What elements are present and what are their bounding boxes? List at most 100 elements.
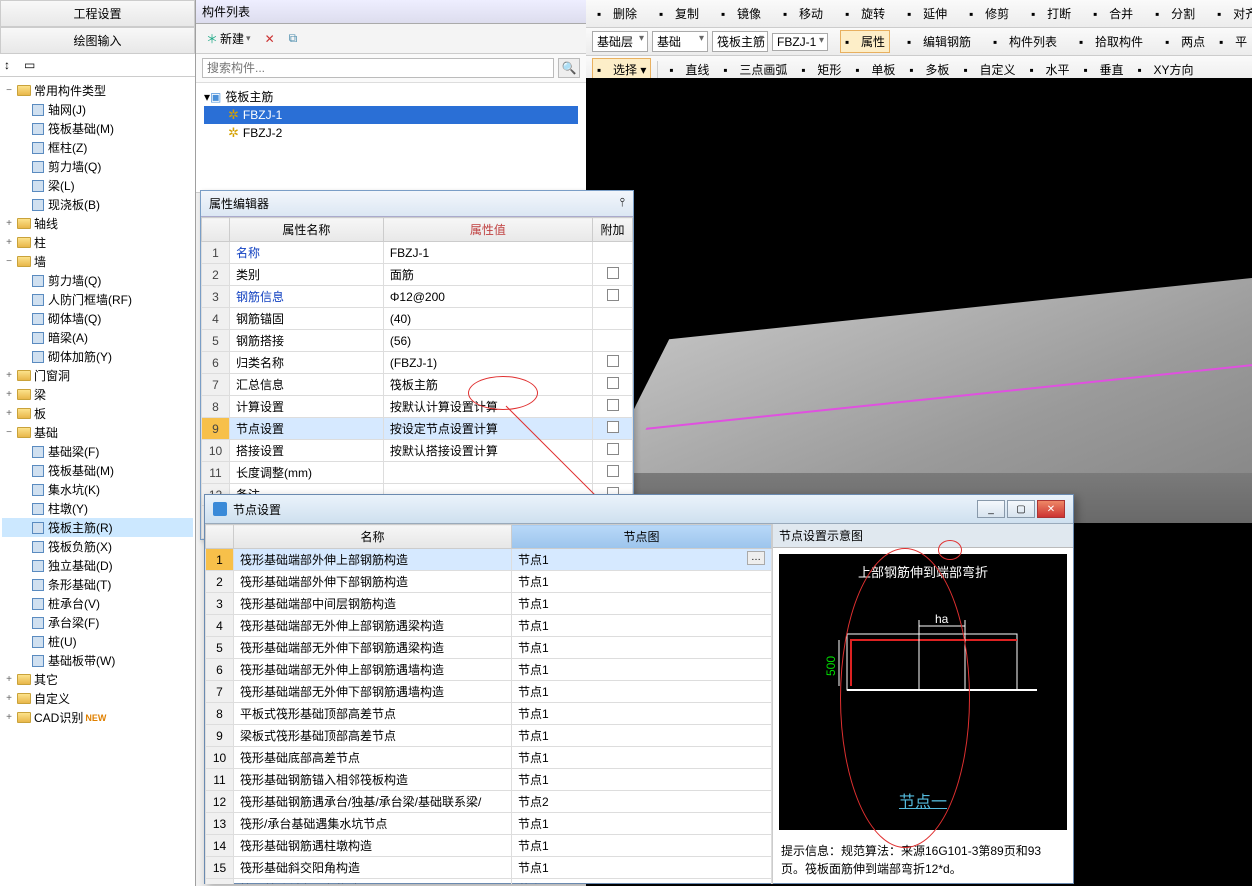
tree-folder[interactable]: +门窗洞 xyxy=(2,366,193,385)
collapse-icon[interactable]: ▭ xyxy=(24,58,38,72)
tree-folder[interactable]: +轴线 xyxy=(2,214,193,233)
tb-旋转[interactable]: ▪旋转 xyxy=(840,2,890,25)
node-row[interactable]: 6 筏形基础端部无外伸上部钢筋遇墙构造 节点1 xyxy=(206,659,772,681)
checkbox[interactable] xyxy=(607,399,619,411)
checkbox[interactable] xyxy=(607,443,619,455)
ellipsis-button[interactable]: … xyxy=(747,551,765,565)
node-row[interactable]: 14 筏形基础钢筋遇柱墩构造 节点1 xyxy=(206,835,772,857)
combo[interactable]: 基础层 xyxy=(592,31,648,52)
search-input[interactable] xyxy=(202,58,554,78)
prop-row[interactable]: 9 节点设置 按设定节点设置计算 xyxy=(202,418,633,440)
tree-folder[interactable]: −基础 xyxy=(2,423,193,442)
tb-两点[interactable]: ▪两点 xyxy=(1160,30,1210,53)
node-row[interactable]: 7 筏形基础端部无外伸下部钢筋遇墙构造 节点1 xyxy=(206,681,772,703)
tb-延伸[interactable]: ▪延伸 xyxy=(902,2,952,25)
tree-item[interactable]: 桩(U) xyxy=(2,632,193,651)
checkbox[interactable] xyxy=(607,465,619,477)
tree-item[interactable]: 集水坑(K) xyxy=(2,480,193,499)
copy-icon[interactable]: ⧉ xyxy=(285,29,302,48)
tree-item[interactable]: 独立基础(D) xyxy=(2,556,193,575)
prop-row[interactable]: 5 钢筋搭接 (56) xyxy=(202,330,633,352)
tree-item[interactable]: 柱墩(Y) xyxy=(2,499,193,518)
tb-平[interactable]: ▪平 xyxy=(1214,30,1252,53)
node-row[interactable]: 9 梁板式筏形基础顶部高差节点 节点1 xyxy=(206,725,772,747)
tree-item[interactable]: 砌体墙(Q) xyxy=(2,309,193,328)
node-row[interactable]: 3 筏形基础端部中间层钢筋构造 节点1 xyxy=(206,593,772,615)
tree-item[interactable]: 筏板负筋(X) xyxy=(2,537,193,556)
delete-icon[interactable]: ✕ xyxy=(261,30,279,48)
combo[interactable]: FBZJ-1 xyxy=(772,33,828,51)
prop-row[interactable]: 6 归类名称 (FBZJ-1) xyxy=(202,352,633,374)
tree-folder[interactable]: +柱 xyxy=(2,233,193,252)
new-button[interactable]: ＊新建▾ xyxy=(202,28,255,49)
tree-root[interactable]: −常用构件类型 xyxy=(2,81,193,100)
tb-删除[interactable]: ▪删除 xyxy=(592,2,642,25)
node-table[interactable]: 名称节点图 1 筏形基础端部外伸上部钢筋构造 节点1… 2 筏形基础端部外伸下部… xyxy=(205,524,772,884)
tree-item[interactable]: 框柱(Z) xyxy=(2,138,193,157)
checkbox[interactable] xyxy=(607,355,619,367)
component-tree[interactable]: ▾ ▣筏板主筋✲FBZJ-1✲FBZJ-2 xyxy=(196,83,586,193)
tree-item[interactable]: 现浇板(B) xyxy=(2,195,193,214)
tb-打断[interactable]: ▪打断 xyxy=(1026,2,1076,25)
node-row[interactable]: 5 筏形基础端部无外伸下部钢筋遇梁构造 节点1 xyxy=(206,637,772,659)
minimize-button[interactable]: _ xyxy=(977,500,1005,518)
tree-item[interactable]: 暗梁(A) xyxy=(2,328,193,347)
node-row[interactable]: 12 筏形基础钢筋遇承台/独基/承台梁/基础联系梁/ 节点2 xyxy=(206,791,772,813)
node-row[interactable]: 2 筏形基础端部外伸下部钢筋构造 节点1 xyxy=(206,571,772,593)
dialog-titlebar[interactable]: 节点设置 _ ▢ ✕ xyxy=(205,495,1073,524)
mid-tree-item[interactable]: ✲FBZJ-1 xyxy=(204,106,578,124)
tree-folder[interactable]: +板 xyxy=(2,404,193,423)
tree-item[interactable]: 梁(L) xyxy=(2,176,193,195)
prop-row[interactable]: 2 类别 面筋 xyxy=(202,264,633,286)
tb-编辑钢筋[interactable]: ▪编辑钢筋 xyxy=(902,30,976,53)
node-row[interactable]: 13 筏形/承台基础遇集水坑节点 节点1 xyxy=(206,813,772,835)
node-row[interactable]: 1 筏形基础端部外伸上部钢筋构造 节点1… xyxy=(206,549,772,571)
tree-item[interactable]: 砌体加筋(Y) xyxy=(2,347,193,366)
search-button[interactable]: 🔍 xyxy=(558,58,580,78)
tb-复制[interactable]: ▪复制 xyxy=(654,2,704,25)
node-row[interactable]: 15 筏形基础斜交阳角构造 节点1 xyxy=(206,857,772,879)
mid-tree-root[interactable]: ▾ ▣筏板主筋 xyxy=(204,87,578,106)
arrow-down-icon[interactable]: ↕ xyxy=(4,58,18,72)
prop-row[interactable]: 3 钢筋信息 Φ12@200 xyxy=(202,286,633,308)
mid-tree-item[interactable]: ✲FBZJ-2 xyxy=(204,124,578,142)
combo[interactable]: 基础 xyxy=(652,31,708,52)
checkbox[interactable] xyxy=(607,289,619,301)
tree-folder[interactable]: +其它 xyxy=(2,670,193,689)
tree-folder[interactable]: −墙 xyxy=(2,252,193,271)
node-row[interactable]: 11 筏形基础钢筋锚入相邻筏板构造 节点1 xyxy=(206,769,772,791)
combo[interactable]: 筏板主筋 xyxy=(712,31,768,52)
tb-移动[interactable]: ▪移动 xyxy=(778,2,828,25)
tree-item[interactable]: 桩承台(V) xyxy=(2,594,193,613)
tree-item[interactable]: 条形基础(T) xyxy=(2,575,193,594)
prop-row[interactable]: 10 搭接设置 按默认搭接设置计算 xyxy=(202,440,633,462)
prop-row[interactable]: 8 计算设置 按默认计算设置计算 xyxy=(202,396,633,418)
tb-拾取构件[interactable]: ▪拾取构件 xyxy=(1074,30,1148,53)
checkbox[interactable] xyxy=(607,267,619,279)
tree-item[interactable]: 轴网(J) xyxy=(2,100,193,119)
tree-folder[interactable]: +自定义 xyxy=(2,689,193,708)
tree-item[interactable]: 剪力墙(Q) xyxy=(2,157,193,176)
prop-row[interactable]: 4 钢筋锚固 (40) xyxy=(202,308,633,330)
tb-属性[interactable]: ▪属性 xyxy=(840,30,890,53)
tree-item[interactable]: 基础板带(W) xyxy=(2,651,193,670)
tree-item[interactable]: 剪力墙(Q) xyxy=(2,271,193,290)
node-row[interactable]: 16 筏形基础斜交阴角构造 节点1 xyxy=(206,879,772,885)
property-table[interactable]: 属性名称属性值附加 1 名称 FBZJ-1 2 类别 面筋 3 钢筋信息 Φ12… xyxy=(201,217,633,539)
checkbox[interactable] xyxy=(607,377,619,389)
tree-item[interactable]: 筏板主筋(R) xyxy=(2,518,193,537)
tree-item[interactable]: 承台梁(F) xyxy=(2,613,193,632)
tab-draw-input[interactable]: 绘图输入 xyxy=(0,27,195,54)
pin-icon[interactable]: ⫯ xyxy=(620,195,625,212)
tree-item[interactable]: 筏板基础(M) xyxy=(2,461,193,480)
tb-合并[interactable]: ▪合并 xyxy=(1088,2,1138,25)
tb-构件列表[interactable]: ▪构件列表 xyxy=(988,30,1062,53)
preview-node-link[interactable]: 节点一 xyxy=(899,788,947,812)
tb-对齐[interactable]: ▪对齐 xyxy=(1212,2,1252,25)
tab-project-settings[interactable]: 工程设置 xyxy=(0,0,195,27)
prop-row[interactable]: 11 长度调整(mm) xyxy=(202,462,633,484)
tree-folder[interactable]: +CAD识别NEW xyxy=(2,708,193,727)
close-button[interactable]: ✕ xyxy=(1037,500,1065,518)
tree-item[interactable]: 人防门框墙(RF) xyxy=(2,290,193,309)
node-row[interactable]: 8 平板式筏形基础顶部高差节点 节点1 xyxy=(206,703,772,725)
